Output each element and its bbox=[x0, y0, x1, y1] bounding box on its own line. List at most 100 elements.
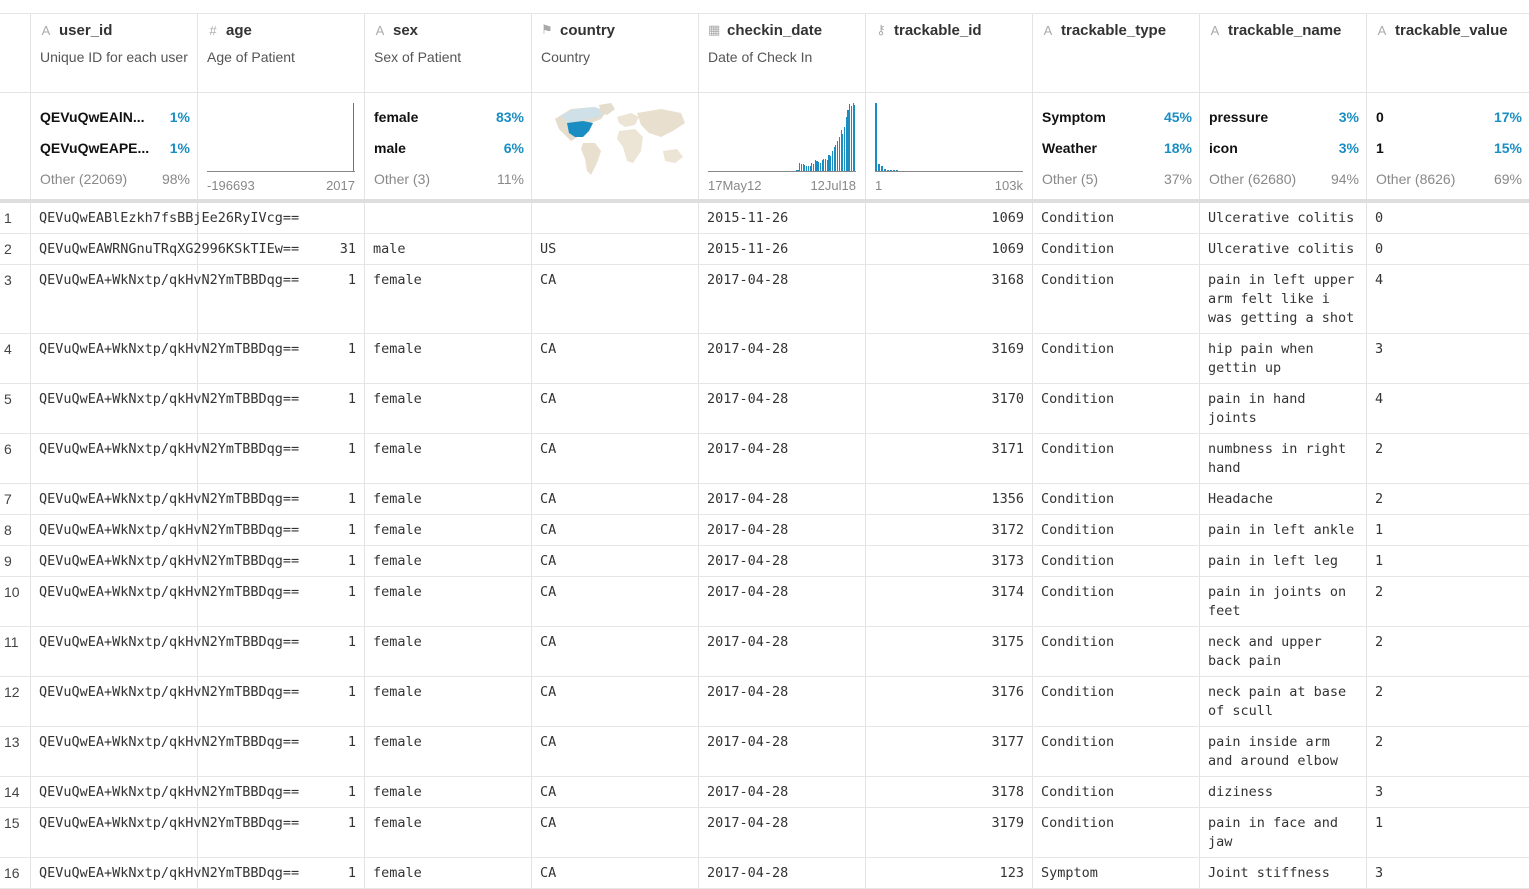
cell-trackable-type[interactable]: Condition bbox=[1033, 777, 1200, 807]
column-header-country[interactable]: ⚑ country Country bbox=[532, 14, 699, 92]
cell-checkin-date[interactable]: 2017-04-28 bbox=[699, 777, 866, 807]
cell-checkin-date[interactable]: 2015-11-26 bbox=[699, 234, 866, 264]
column-header-checkin-date[interactable]: ▦ checkin_date Date of Check In bbox=[699, 14, 866, 92]
cell-country[interactable]: CA bbox=[532, 577, 699, 626]
cell-age[interactable]: 1 bbox=[198, 334, 365, 383]
cell-checkin-date[interactable]: 2015-11-26 bbox=[699, 203, 866, 233]
top-value-row[interactable]: 0 17% bbox=[1376, 101, 1522, 132]
cell-age[interactable]: 1 bbox=[198, 515, 365, 545]
cell-age[interactable]: 1 bbox=[198, 434, 365, 483]
cell-checkin-date[interactable]: 2017-04-28 bbox=[699, 434, 866, 483]
cell-trackable-type[interactable]: Condition bbox=[1033, 434, 1200, 483]
cell-trackable-name[interactable]: neck and upper back pain bbox=[1200, 627, 1367, 676]
cell-user-id[interactable]: QEVuQwEA+WkNxtp/qkHvN2YmTBBDqg== bbox=[31, 546, 299, 576]
cell-user-id[interactable]: QEVuQwEA+WkNxtp/qkHvN2YmTBBDqg== bbox=[31, 627, 299, 676]
cell-country[interactable]: CA bbox=[532, 265, 699, 333]
cell-sex[interactable]: female bbox=[365, 777, 532, 807]
table-row[interactable]: 2 QEVuQwEAWRNGnuTRqXG2996KSkTIEw== 31 male U… bbox=[0, 234, 1529, 265]
cell-trackable-id[interactable]: 3177 bbox=[866, 727, 1033, 776]
cell-country[interactable]: CA bbox=[532, 334, 699, 383]
cell-checkin-date[interactable]: 2017-04-28 bbox=[699, 858, 866, 888]
table-row[interactable]: 7 QEVuQwEA+WkNxtp/qkHvN2YmTBBDqg== 1 female… bbox=[0, 484, 1529, 515]
cell-user-id[interactable]: QEVuQwEA+WkNxtp/qkHvN2YmTBBDqg== bbox=[31, 727, 299, 776]
cell-sex[interactable]: female bbox=[365, 484, 532, 514]
cell-age[interactable]: 1 bbox=[198, 808, 365, 857]
table-row[interactable]: 15 QEVuQwEA+WkNxtp/qkHvN2YmTBBDqg== 1 femal… bbox=[0, 808, 1529, 858]
cell-trackable-value[interactable]: 2 bbox=[1367, 434, 1529, 483]
cell-trackable-value[interactable]: 2 bbox=[1367, 627, 1529, 676]
cell-checkin-date[interactable]: 2017-04-28 bbox=[699, 627, 866, 676]
cell-age[interactable]: 1 bbox=[198, 546, 365, 576]
cell-age[interactable]: 1 bbox=[198, 858, 365, 888]
cell-trackable-name[interactable]: Headache bbox=[1200, 484, 1367, 514]
cell-trackable-value[interactable]: 3 bbox=[1367, 777, 1529, 807]
cell-checkin-date[interactable]: 2017-04-28 bbox=[699, 577, 866, 626]
table-row[interactable]: 16 QEVuQwEA+WkNxtp/qkHvN2YmTBBDqg== 1 femal… bbox=[0, 858, 1529, 889]
top-value-row[interactable]: Weather 18% bbox=[1042, 132, 1192, 163]
cell-trackable-type[interactable]: Condition bbox=[1033, 234, 1200, 264]
cell-user-id[interactable]: QEVuQwEA+WkNxtp/qkHvN2YmTBBDqg== bbox=[31, 434, 299, 483]
cell-age[interactable]: 31 bbox=[198, 234, 365, 264]
cell-sex[interactable]: female bbox=[365, 265, 532, 333]
cell-trackable-id[interactable]: 1069 bbox=[866, 234, 1033, 264]
cell-trackable-name[interactable]: pain in left ankle bbox=[1200, 515, 1367, 545]
cell-trackable-name[interactable]: pain in face and jaw bbox=[1200, 808, 1367, 857]
table-row[interactable]: 9 QEVuQwEA+WkNxtp/qkHvN2YmTBBDqg== 1 female… bbox=[0, 546, 1529, 577]
cell-age[interactable]: 1 bbox=[198, 677, 365, 726]
column-header-trackable-type[interactable]: Atrackable_type bbox=[1033, 14, 1200, 92]
cell-sex[interactable]: female bbox=[365, 384, 532, 433]
cell-trackable-id[interactable]: 1069 bbox=[866, 203, 1033, 233]
cell-trackable-id[interactable]: 3173 bbox=[866, 546, 1033, 576]
cell-trackable-value[interactable]: 2 bbox=[1367, 577, 1529, 626]
cell-sex[interactable]: female bbox=[365, 627, 532, 676]
cell-user-id[interactable]: QEVuQwEAWRNGnuTRqXG2996KSkTIEw== bbox=[31, 234, 299, 264]
table-row[interactable]: 3 QEVuQwEA+WkNxtp/qkHvN2YmTBBDqg== 1 female… bbox=[0, 265, 1529, 334]
cell-trackable-type[interactable]: Symptom bbox=[1033, 858, 1200, 888]
cell-trackable-id[interactable]: 3175 bbox=[866, 627, 1033, 676]
cell-country[interactable]: CA bbox=[532, 546, 699, 576]
cell-user-id[interactable]: QEVuQwEA+WkNxtp/qkHvN2YmTBBDqg== bbox=[31, 265, 299, 333]
cell-trackable-name[interactable]: diziness bbox=[1200, 777, 1367, 807]
cell-trackable-name[interactable]: Ulcerative colitis bbox=[1200, 234, 1367, 264]
cell-trackable-value[interactable]: 4 bbox=[1367, 265, 1529, 333]
cell-trackable-id[interactable]: 3168 bbox=[866, 265, 1033, 333]
cell-checkin-date[interactable]: 2017-04-28 bbox=[699, 546, 866, 576]
cell-user-id[interactable]: QEVuQwEA+WkNxtp/qkHvN2YmTBBDqg== bbox=[31, 677, 299, 726]
table-row[interactable]: 6 QEVuQwEA+WkNxtp/qkHvN2YmTBBDqg== 1 female… bbox=[0, 434, 1529, 484]
cell-country[interactable]: CA bbox=[532, 808, 699, 857]
cell-trackable-value[interactable]: 0 bbox=[1367, 203, 1529, 233]
cell-trackable-type[interactable]: Condition bbox=[1033, 808, 1200, 857]
cell-age[interactable] bbox=[198, 203, 365, 233]
column-header-trackable-name[interactable]: Atrackable_name bbox=[1200, 14, 1367, 92]
cell-user-id[interactable]: QEVuQwEA+WkNxtp/qkHvN2YmTBBDqg== bbox=[31, 384, 299, 433]
cell-sex[interactable]: female bbox=[365, 434, 532, 483]
cell-trackable-id[interactable]: 3171 bbox=[866, 434, 1033, 483]
cell-sex[interactable]: female bbox=[365, 808, 532, 857]
age-histogram[interactable] bbox=[207, 103, 355, 172]
cell-user-id[interactable]: QEVuQwEA+WkNxtp/qkHvN2YmTBBDqg== bbox=[31, 777, 299, 807]
table-row[interactable]: 13 QEVuQwEA+WkNxtp/qkHvN2YmTBBDqg== 1 femal… bbox=[0, 727, 1529, 777]
cell-sex[interactable]: female bbox=[365, 577, 532, 626]
cell-user-id[interactable]: QEVuQwEA+WkNxtp/qkHvN2YmTBBDqg== bbox=[31, 484, 299, 514]
cell-age[interactable]: 1 bbox=[198, 265, 365, 333]
cell-sex[interactable]: female bbox=[365, 546, 532, 576]
cell-user-id[interactable]: QEVuQwEA+WkNxtp/qkHvN2YmTBBDqg== bbox=[31, 808, 299, 857]
cell-trackable-id[interactable]: 3179 bbox=[866, 808, 1033, 857]
cell-sex[interactable]: male bbox=[365, 234, 532, 264]
cell-trackable-name[interactable]: neck pain at base of scull bbox=[1200, 677, 1367, 726]
cell-trackable-name[interactable]: Ulcerative colitis bbox=[1200, 203, 1367, 233]
cell-trackable-value[interactable]: 1 bbox=[1367, 808, 1529, 857]
table-row[interactable]: 10 QEVuQwEA+WkNxtp/qkHvN2YmTBBDqg== 1 femal… bbox=[0, 577, 1529, 627]
cell-country[interactable]: CA bbox=[532, 677, 699, 726]
table-row[interactable]: 12 QEVuQwEA+WkNxtp/qkHvN2YmTBBDqg== 1 femal… bbox=[0, 677, 1529, 727]
top-value-row[interactable]: pressure 3% bbox=[1209, 101, 1359, 132]
top-value-row[interactable]: QEVuQwEAPE... 1% bbox=[40, 132, 190, 163]
cell-trackable-id[interactable]: 3178 bbox=[866, 777, 1033, 807]
table-row[interactable]: 14 QEVuQwEA+WkNxtp/qkHvN2YmTBBDqg== 1 femal… bbox=[0, 777, 1529, 808]
cell-country[interactable]: CA bbox=[532, 627, 699, 676]
cell-trackable-name[interactable]: pain in left leg bbox=[1200, 546, 1367, 576]
cell-sex[interactable]: female bbox=[365, 334, 532, 383]
cell-trackable-id[interactable]: 3176 bbox=[866, 677, 1033, 726]
cell-age[interactable]: 1 bbox=[198, 777, 365, 807]
cell-trackable-value[interactable]: 3 bbox=[1367, 858, 1529, 888]
